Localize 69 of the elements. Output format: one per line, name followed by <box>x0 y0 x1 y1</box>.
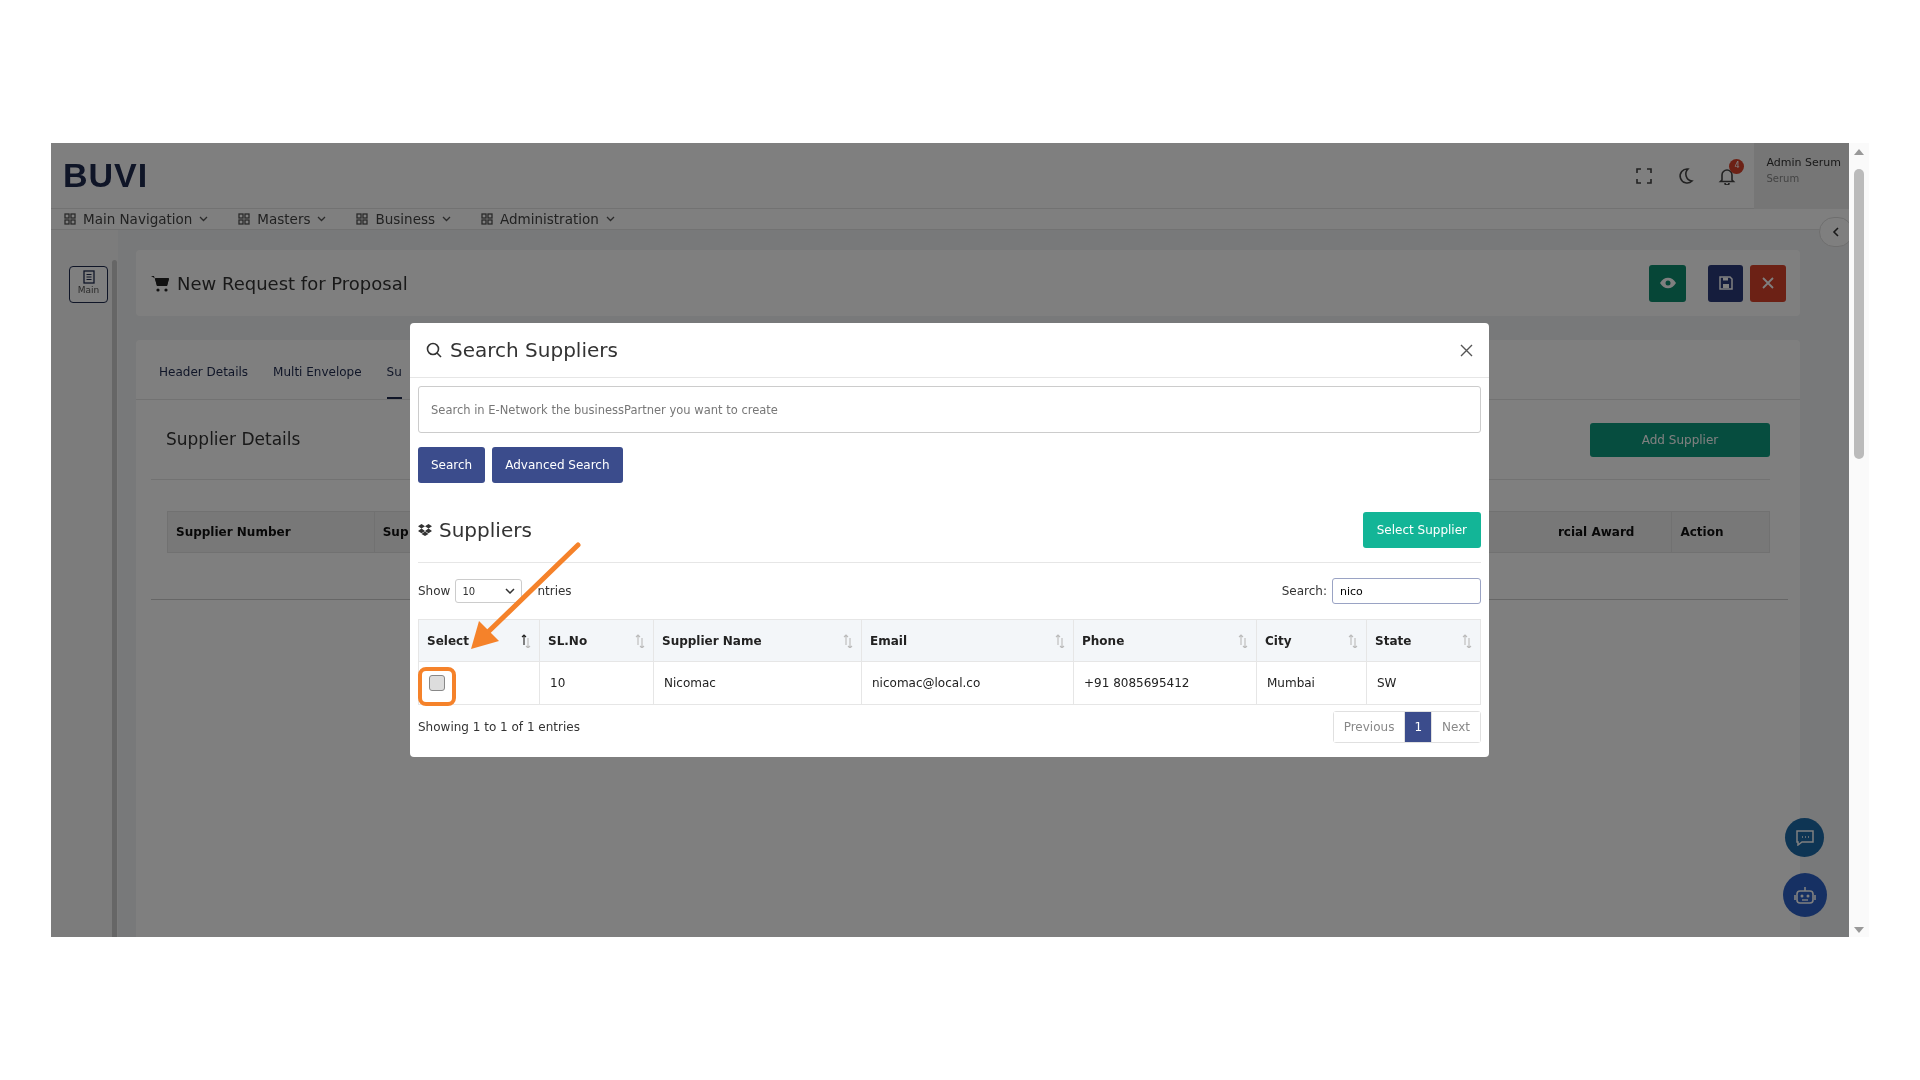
grid-icon <box>356 213 369 226</box>
pagination-button[interactable]: 1 <box>1405 712 1433 742</box>
filter-field[interactable]: nico <box>1332 578 1481 604</box>
close-icon <box>1460 343 1473 357</box>
show-label: Show <box>418 583 451 600</box>
save-button[interactable] <box>1708 264 1743 302</box>
notification-badge: 4 <box>1729 158 1745 174</box>
fullscreen-icon[interactable] <box>1636 167 1653 184</box>
checkbox[interactable] <box>429 675 445 691</box>
nav-menu[interactable]: Administration <box>481 209 615 230</box>
cart-icon <box>151 274 169 292</box>
close-button[interactable] <box>1460 343 1473 357</box>
page-size-select[interactable]: 10 <box>455 579 523 603</box>
chevron-left-icon <box>1832 227 1840 237</box>
caret-icon <box>199 216 209 223</box>
caret-icon <box>317 216 327 223</box>
column-header[interactable]: SL.No <box>540 620 654 662</box>
table-cell: nicomac@local.co <box>862 662 1074 704</box>
table-cell: Nicomac <box>654 662 862 704</box>
bell-icon[interactable] <box>1718 166 1737 185</box>
search-label: Search: <box>1281 583 1327 600</box>
grid-icon <box>238 213 251 226</box>
eye-icon <box>1658 277 1677 290</box>
table-cell: SW <box>1367 662 1481 704</box>
logo: BUVI <box>63 155 149 196</box>
column-header: Supplier Number <box>168 512 375 553</box>
moon-icon[interactable] <box>1676 166 1695 185</box>
scroll-up-icon <box>1854 149 1864 155</box>
sidebar-item[interactable]: Main <box>69 266 108 304</box>
column-header: Action <box>1679 524 1725 542</box>
nav-menu[interactable]: Business <box>356 209 451 230</box>
modal-title: Search Suppliers <box>450 337 618 364</box>
caret-icon <box>605 216 615 223</box>
column-header[interactable]: City <box>1257 620 1367 662</box>
document-icon <box>82 270 95 285</box>
highlight-frame <box>418 667 456 706</box>
section-title: Suppliers <box>439 516 532 544</box>
tab[interactable]: Multi Envelope <box>273 363 362 400</box>
column-header[interactable]: Phone <box>1074 620 1257 662</box>
robot-icon <box>1794 885 1816 905</box>
caret-icon <box>442 216 451 223</box>
scroll-down-icon <box>1854 927 1864 933</box>
boxes-icon <box>418 523 432 536</box>
table-cell: 10 <box>540 662 654 704</box>
grid-icon <box>64 213 76 226</box>
table-info: Showing 1 to 1 of 1 entries <box>418 719 580 736</box>
search-icon <box>426 342 442 358</box>
nav-menu[interactable]: Main Navigation <box>64 209 209 230</box>
caret-icon <box>505 588 516 594</box>
entries-label: ntries <box>537 583 572 600</box>
table-cell: +91 8085695412 <box>1074 662 1257 704</box>
advanced-search-button[interactable]: Advanced Search <box>492 447 623 483</box>
column-header[interactable]: Email <box>862 620 1074 662</box>
page-title: New Request for Proposal <box>177 271 408 296</box>
search-button[interactable]: Search <box>418 447 486 483</box>
close-icon <box>1762 277 1774 290</box>
column-header[interactable]: Select <box>419 620 540 662</box>
section-title: Supplier Details <box>166 428 301 451</box>
table-cell: Mumbai <box>1257 662 1367 704</box>
preview-button[interactable] <box>1649 264 1686 302</box>
tab[interactable]: Header Details <box>159 363 249 400</box>
user-name: Admin Serum <box>1766 154 1841 171</box>
column-header[interactable]: State <box>1367 620 1481 662</box>
nav-menu[interactable]: Masters <box>238 209 327 230</box>
column-header[interactable]: Supplier Name <box>654 620 862 662</box>
search-field[interactable]: Search in E-Network the businessPartner you want to create <box>418 386 1481 433</box>
grid-icon <box>481 213 493 226</box>
tab[interactable]: Su <box>386 363 402 400</box>
chat-icon <box>1795 829 1814 846</box>
